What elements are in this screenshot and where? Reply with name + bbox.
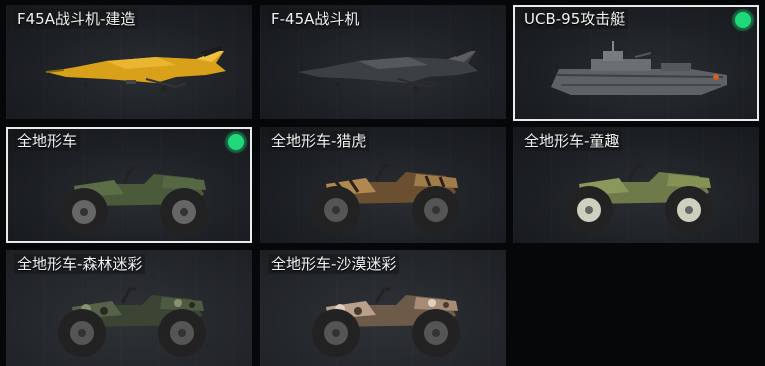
equipped-indicator [228,134,244,150]
vehicle-name: 全地形车-童趣 [521,131,623,151]
vehicle-card-selected[interactable]: 全地形车 [6,127,252,243]
vehicle-name: 全地形车-森林迷彩 [14,254,146,274]
vehicle-name: UCB-95攻击艇 [521,9,629,29]
vehicle-name: 全地形车-猎虎 [268,131,370,151]
equipped-indicator [735,12,751,28]
vehicle-card[interactable]: 全地形车-沙漠迷彩 [260,250,506,366]
vehicle-name: F45A战斗机-建造 [14,9,139,29]
vehicle-card[interactable]: 全地形车-猎虎 [260,127,506,243]
vehicle-name: 全地形车 [14,131,81,151]
vehicle-card-selected[interactable]: UCB-95攻击艇 [513,5,759,121]
vehicle-name: F-45A战斗机 [268,9,363,29]
vehicle-card[interactable]: 全地形车-童趣 [513,127,759,243]
vehicle-skin-grid: F45A战斗机-建造 F-45A战斗机 UCB-95攻击艇 全地形车 全地形车-… [0,0,765,366]
vehicle-name: 全地形车-沙漠迷彩 [268,254,400,274]
vehicle-card[interactable]: 全地形车-森林迷彩 [6,250,252,366]
vehicle-card[interactable]: F45A战斗机-建造 [6,5,252,119]
vehicle-card[interactable]: F-45A战斗机 [260,5,506,119]
